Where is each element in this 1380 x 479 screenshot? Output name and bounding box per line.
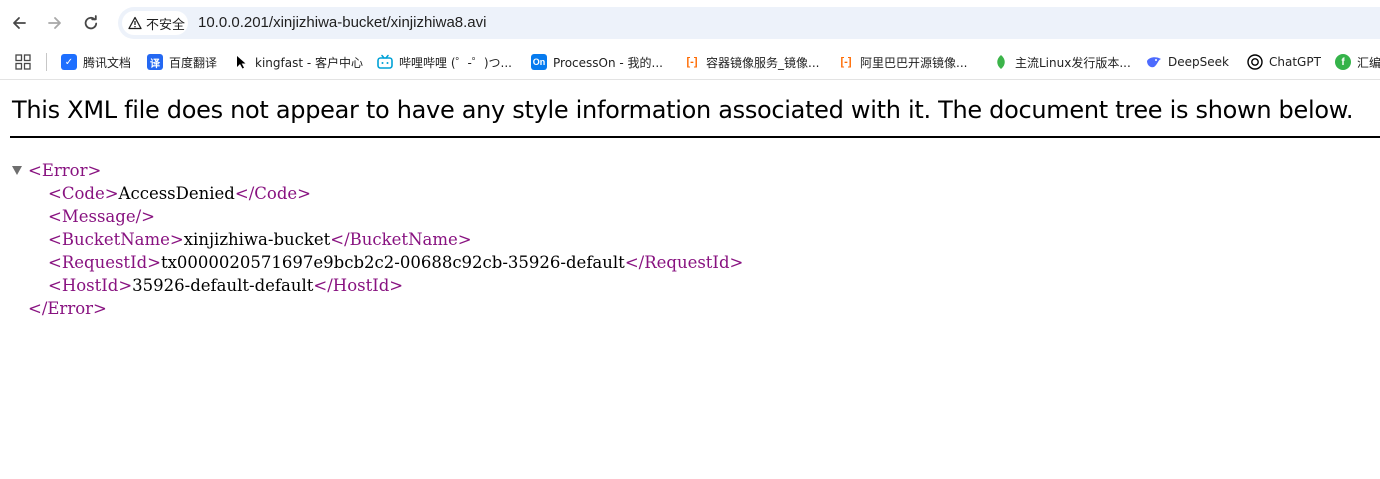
reload-icon bbox=[84, 15, 98, 30]
xml-line-requestid: <RequestId>tx0000020571697e9bcb2c2-00688… bbox=[48, 251, 743, 274]
url-text[interactable]: 10.0.0.201/xinjizhiwa-bucket/xinjizhiwa8… bbox=[198, 14, 487, 31]
bookmark-deepseek[interactable]: DeepSeek bbox=[1146, 46, 1229, 78]
arrow-right-icon bbox=[48, 17, 61, 29]
arrow-left-icon bbox=[13, 17, 26, 29]
xml-value: AccessDenied bbox=[118, 184, 235, 203]
xml-line-code: <Code>AccessDenied</Code> bbox=[48, 182, 311, 205]
browser-toolbar: 不安全 10.0.0.201/xinjizhiwa-bucket/xinjizh… bbox=[0, 0, 1380, 46]
forward-button[interactable] bbox=[41, 9, 69, 37]
aliyun-icon: [-] bbox=[686, 56, 698, 68]
xml-line-bucketname: <BucketName>xinjizhiwa-bucket</BucketNam… bbox=[48, 228, 472, 251]
xml-tag: </RequestId> bbox=[624, 253, 744, 272]
xml-info-message: This XML file does not appear to have an… bbox=[12, 96, 1354, 124]
processon-icon: On bbox=[531, 54, 547, 70]
security-chip[interactable]: 不安全 bbox=[122, 11, 188, 35]
security-chip-label: 不安全 bbox=[146, 17, 186, 33]
xml-line-message: <Message/> bbox=[48, 205, 155, 228]
xml-line-error-close: </Error> bbox=[28, 297, 107, 320]
xml-value: 35926-default-default bbox=[132, 276, 314, 295]
xml-tag: </BucketName> bbox=[330, 230, 472, 249]
bookmark-processon[interactable]: On ProcessOn - 我的... bbox=[531, 46, 663, 78]
back-button[interactable] bbox=[5, 9, 33, 37]
bookmark-tencent-docs[interactable]: ✓ 腾讯文档 bbox=[61, 46, 131, 78]
cursor-icon bbox=[233, 54, 249, 70]
aliyun-icon: [-] bbox=[840, 56, 852, 68]
bookmark-chatgpt[interactable]: ChatGPT bbox=[1247, 46, 1321, 78]
xml-tag: </Error> bbox=[28, 299, 107, 318]
xml-tag: <Message/> bbox=[48, 207, 155, 226]
info-divider bbox=[10, 136, 1380, 138]
xml-tag: <Code> bbox=[48, 184, 119, 203]
bilibili-icon bbox=[377, 54, 393, 70]
xml-tag: </HostId> bbox=[313, 276, 404, 295]
leaf-icon bbox=[993, 54, 1009, 70]
xml-value: tx0000020571697e9bcb2c2-00688c92cb-35926… bbox=[160, 253, 625, 272]
warning-triangle-icon bbox=[128, 16, 142, 30]
green-circle-icon: f bbox=[1335, 54, 1351, 70]
bookmark-aliyun-registry[interactable]: [-] 容器镜像服务_镜像... bbox=[684, 46, 820, 78]
bookmark-kingfast[interactable]: kingfast - 客户中心 bbox=[233, 46, 363, 78]
xml-tag: <RequestId> bbox=[48, 253, 161, 272]
bookmark-baidu-translate[interactable]: 译 百度翻译 bbox=[147, 46, 217, 78]
tencent-docs-icon: ✓ bbox=[61, 54, 77, 70]
bookmarks-divider bbox=[46, 53, 47, 71]
xml-line-hostid: <HostId>35926-default-default</HostId> bbox=[48, 274, 403, 297]
xml-tag: <BucketName> bbox=[48, 230, 184, 249]
xml-value: xinjizhiwa-bucket bbox=[183, 230, 331, 249]
toolbar-divider bbox=[0, 79, 1380, 80]
bookmark-assembly[interactable]: f 汇编 bbox=[1335, 46, 1380, 78]
chatgpt-icon bbox=[1247, 54, 1263, 70]
baidu-translate-icon: 译 bbox=[147, 54, 163, 70]
bookmark-bilibili[interactable]: 哔哩哔哩 (゜-゜)つ... bbox=[377, 46, 512, 78]
xml-tag: <HostId> bbox=[48, 276, 133, 295]
xml-tag: </Code> bbox=[234, 184, 311, 203]
bookmark-aliyun-mirror[interactable]: [-] 阿里巴巴开源镜像... bbox=[838, 46, 968, 78]
apps-grid-icon[interactable] bbox=[15, 54, 31, 70]
deepseek-icon bbox=[1146, 54, 1162, 70]
xml-line-error-open: <Error> bbox=[28, 159, 101, 182]
address-bar[interactable]: 不安全 10.0.0.201/xinjizhiwa-bucket/xinjizh… bbox=[118, 7, 1380, 39]
xml-tag: <Error> bbox=[28, 161, 102, 180]
bookmarks-bar: ✓ 腾讯文档 译 百度翻译 kingfast - 客户中心 哔哩哔哩 (゜-゜)… bbox=[0, 46, 1380, 78]
reload-button[interactable] bbox=[77, 9, 105, 37]
bookmark-linux-distros[interactable]: 主流Linux发行版本... bbox=[993, 46, 1131, 78]
collapse-toggle-icon[interactable] bbox=[12, 166, 22, 175]
